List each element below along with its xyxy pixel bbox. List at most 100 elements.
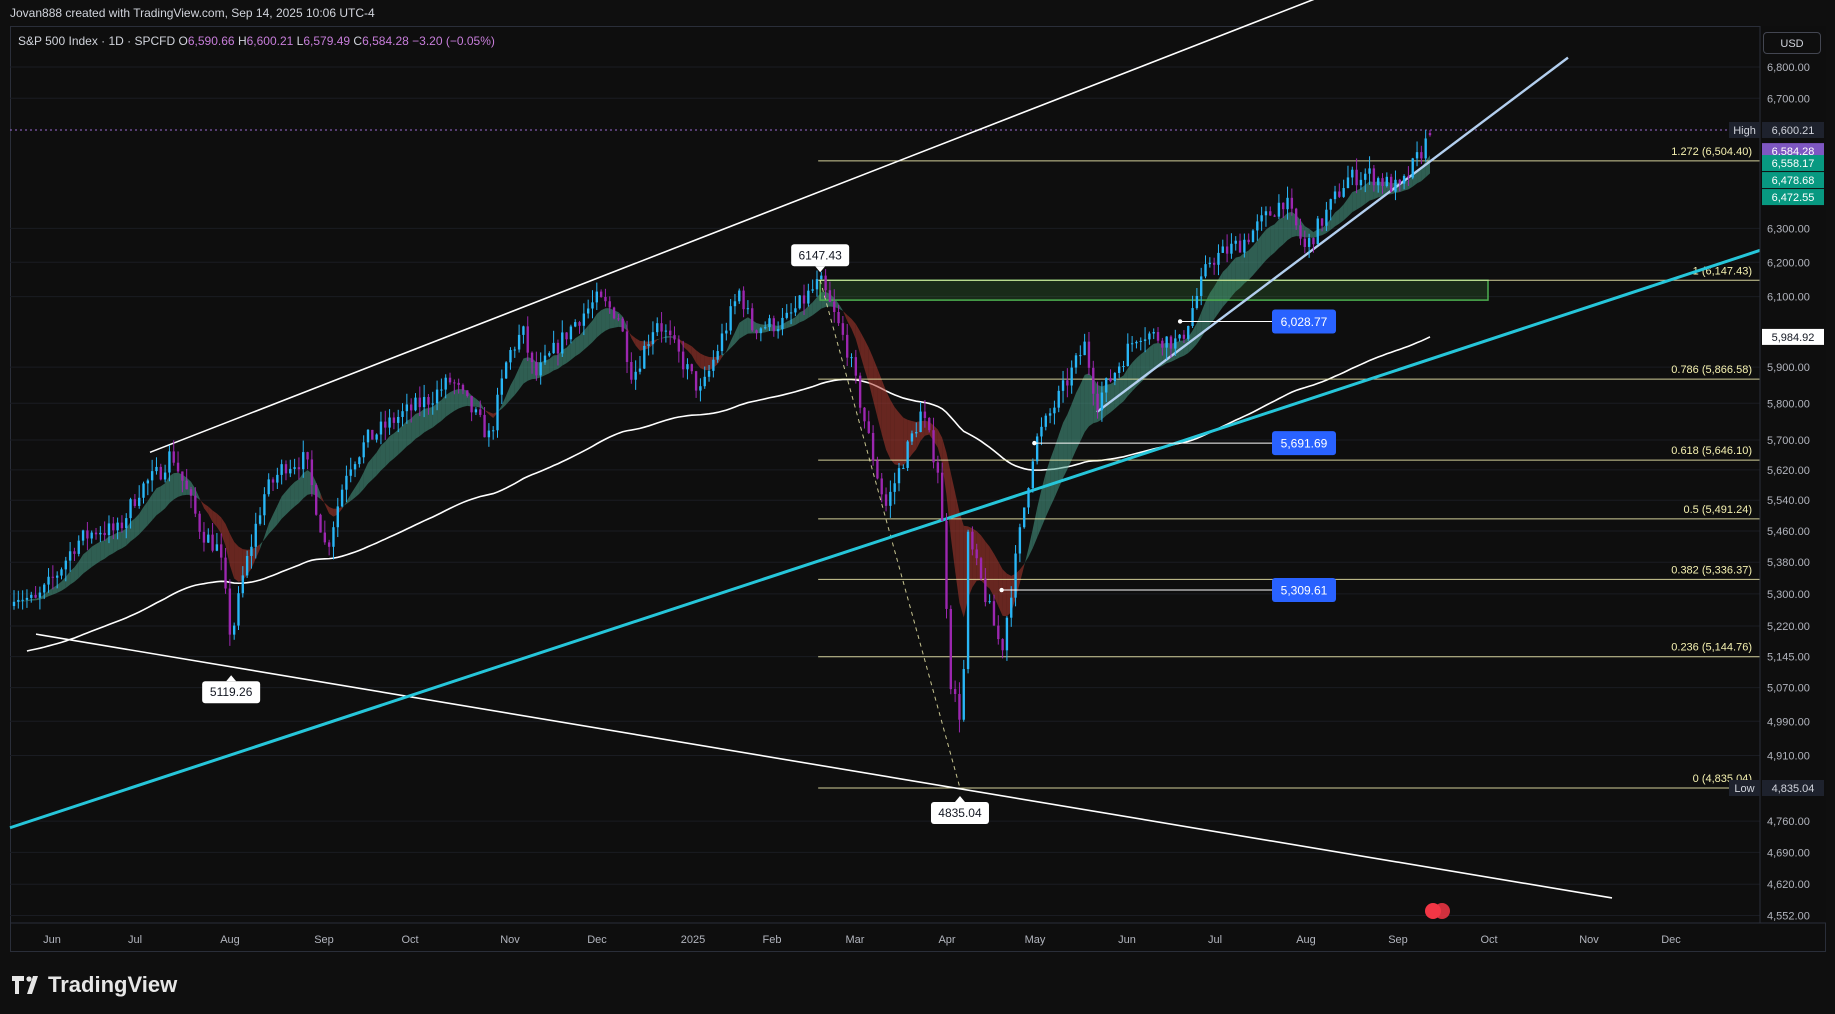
candle-body [953, 689, 957, 695]
candle-body [103, 532, 106, 536]
candle-body [1018, 527, 1022, 554]
ribbon-segment [52, 585, 58, 595]
candle-body [716, 351, 719, 360]
candle-body [703, 376, 706, 387]
candle-body [1148, 333, 1151, 340]
time-tick-label: Dec [587, 934, 607, 946]
candle-body [1402, 175, 1406, 184]
close-label: C [353, 34, 363, 48]
time-tick-label: Oct [401, 934, 418, 946]
candle-body [1243, 239, 1246, 253]
candle-body [1364, 173, 1367, 180]
time-tick-label: Jul [128, 934, 142, 946]
ribbon-segment [458, 388, 463, 409]
ribbon-segment [100, 540, 105, 562]
ribbon-segment [398, 425, 403, 455]
candle-body [565, 332, 568, 340]
candle-body [94, 532, 98, 535]
low-value: 6,579.49 [303, 34, 351, 48]
candle-body [1208, 262, 1212, 265]
candle-body [1109, 378, 1112, 382]
candle-body [150, 471, 154, 481]
candle-body [1001, 639, 1004, 651]
candle-body [77, 540, 80, 554]
ribbon-segment [950, 473, 956, 571]
ribbon-segment [363, 462, 368, 490]
annotations: 6147.43 5119.26 4835.04 6,028.77 5,691.69 5,3… [202, 244, 1450, 919]
level-dot [1177, 319, 1183, 324]
candle-body [1182, 334, 1186, 339]
ribbon-segment [1037, 489, 1042, 538]
candle-body [543, 355, 547, 363]
ribbon-segment [290, 482, 295, 511]
price-tick-label: 6,100.00 [1767, 292, 1810, 304]
candle-body [820, 275, 823, 280]
candle-body [932, 430, 935, 463]
price-tick-label: 5,460.00 [1767, 526, 1810, 538]
ribbon-segment [519, 358, 524, 390]
ribbon-segment [1343, 198, 1348, 221]
ribbon-segment [1045, 459, 1051, 517]
candle-body [1247, 239, 1250, 243]
ribbon-segment [683, 341, 688, 351]
ribbon-segment [1054, 435, 1059, 498]
candle-body [422, 397, 426, 408]
ribbon-segment [566, 342, 571, 364]
ribbon-segment [65, 571, 71, 588]
level-dot [1032, 440, 1037, 446]
candle-body [474, 409, 478, 413]
price-tick-label: 5,700.00 [1767, 435, 1810, 447]
ribbon-segment [687, 343, 692, 356]
candle-body [353, 464, 357, 470]
time-tick-label: Dec [1661, 934, 1681, 946]
ribbon-segment [1339, 204, 1344, 224]
candle-body [64, 560, 67, 570]
candle-body [928, 417, 931, 431]
ribbon-segment [108, 535, 114, 556]
candle-body [902, 467, 905, 469]
ribbon-segment [1032, 507, 1038, 548]
candle-body [1169, 336, 1173, 349]
candle-body [582, 313, 586, 326]
candle-body [1139, 340, 1142, 342]
price-chart[interactable]: 1.272 (6,504.40) 1 (6,147.43) 0.786 (5,866… [0, 0, 1835, 1014]
candle-body [142, 483, 145, 498]
axis-price-tag-text: 4,835.04 [1772, 783, 1815, 795]
candle-body [17, 599, 20, 602]
ribbon-segment [273, 505, 278, 530]
ribbon-segment [1123, 368, 1128, 402]
ribbon-segment [372, 452, 377, 480]
axis-price-tag-text: Low [1734, 783, 1754, 795]
candle-body [1040, 426, 1043, 437]
ribbon-segment [48, 587, 53, 597]
candle-body [552, 342, 555, 354]
candle-body [802, 295, 806, 304]
ribbon-segment [96, 541, 101, 564]
candle-body [181, 471, 184, 481]
time-tick-label: Oct [1480, 934, 1497, 946]
ribbon-segment [484, 409, 489, 415]
candle-body [245, 555, 249, 576]
candle-body [1394, 179, 1397, 192]
ribbon-segment [1265, 226, 1271, 261]
ribbon-segment [743, 317, 748, 337]
fib-level-label: 0.236 (5,144.76) [1671, 642, 1752, 654]
symbol-name[interactable]: S&P 500 Index · 1D · SPCFD [18, 34, 175, 48]
candle-body [250, 546, 253, 556]
tradingview-logo[interactable]: TradingView [12, 970, 177, 1000]
callout-pointer [226, 675, 237, 682]
ribbon-segment [1253, 240, 1258, 276]
ribbon-segment [1270, 224, 1275, 257]
ribbon-segment [886, 390, 891, 460]
candle-body [68, 551, 72, 561]
callout-text: 6147.43 [798, 248, 842, 262]
candle-body [867, 421, 870, 433]
time-tick-label: Sep [314, 934, 334, 946]
candle-body [854, 357, 858, 376]
currency-button[interactable]: USD [1763, 32, 1821, 54]
price-tick-label: 5,620.00 [1767, 465, 1810, 477]
ribbon-segment [696, 350, 701, 369]
ribbon-segment [786, 319, 792, 329]
ribbon-segment [475, 398, 481, 408]
candle-body [664, 330, 668, 332]
